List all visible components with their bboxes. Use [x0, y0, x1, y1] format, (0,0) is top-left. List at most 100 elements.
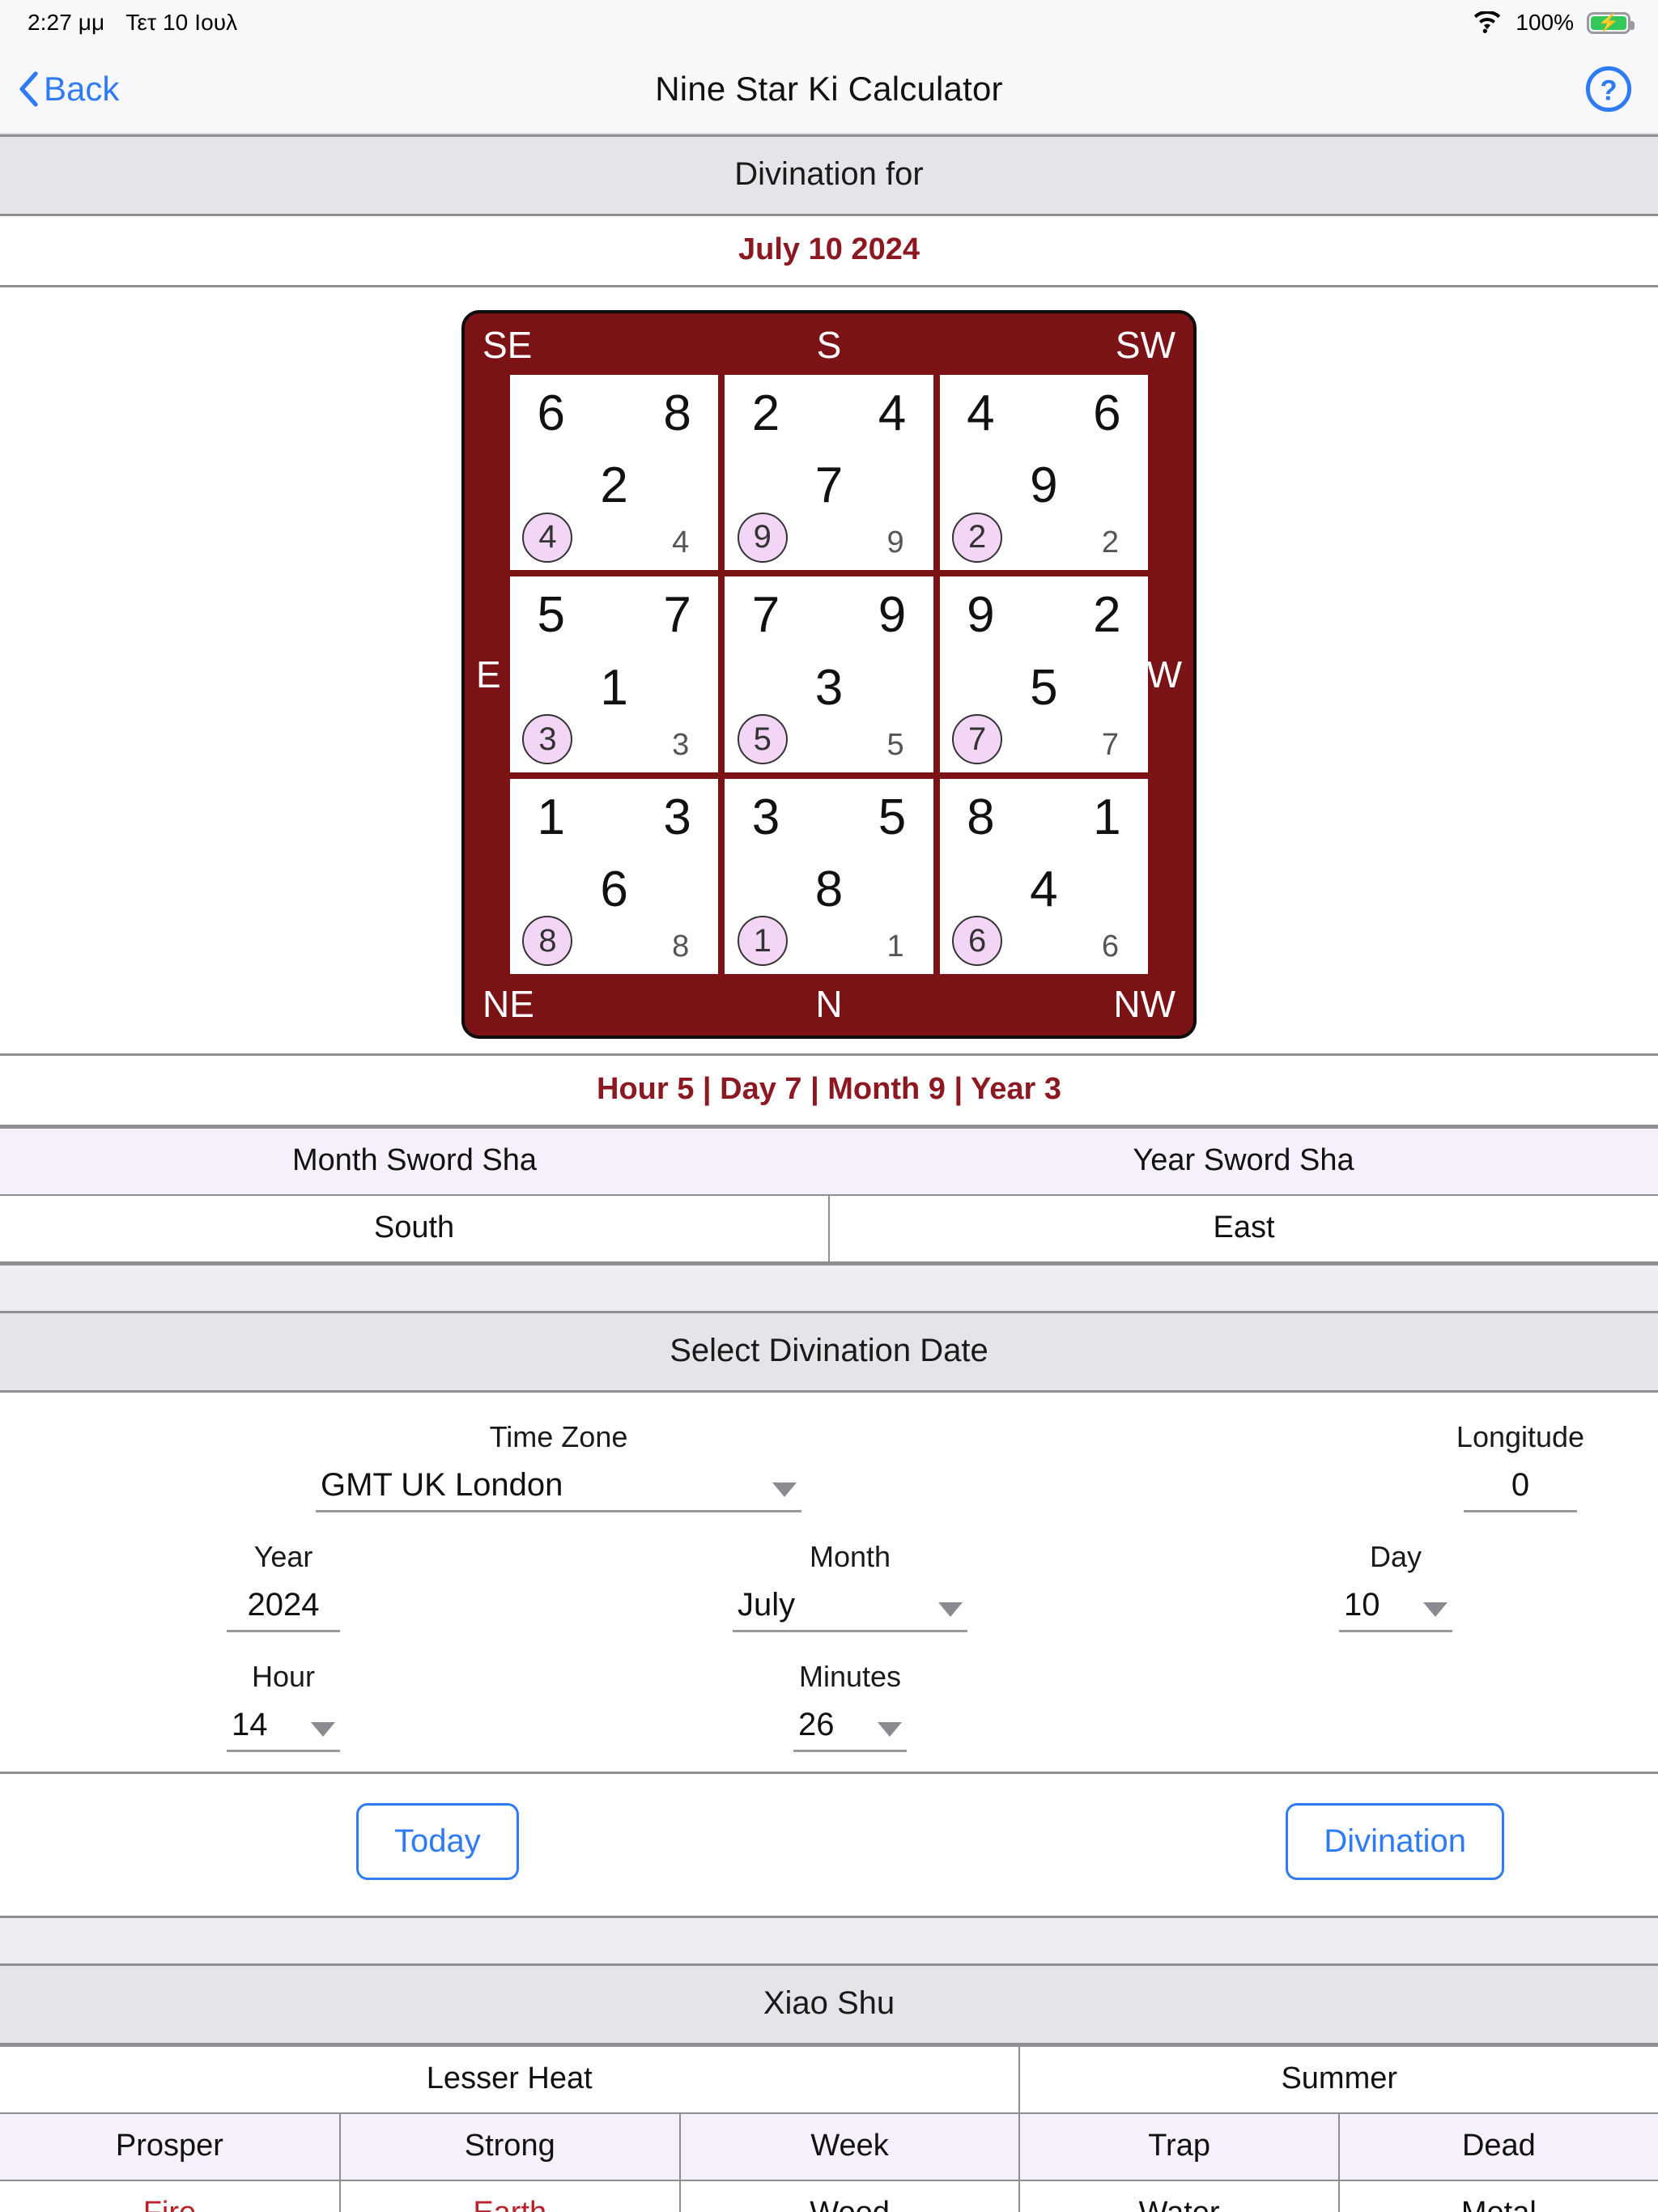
- year-value: 2024: [247, 1587, 320, 1623]
- cell-middle: 7: [814, 457, 844, 514]
- lo-shu-cell[interactable]: 8 1 4 6 6: [939, 778, 1148, 974]
- select-date-form: Time Zone GMT UK London Longitude 0 Year…: [0, 1393, 1658, 1772]
- day-group: Day 10: [1133, 1540, 1658, 1632]
- select-date-header: Select Divination Date: [0, 1313, 1658, 1393]
- cell-middle: 6: [600, 861, 628, 917]
- form-buttons: Today Divination: [0, 1772, 1658, 1916]
- table-row: South East: [0, 1194, 1658, 1263]
- season-summer: Summer: [1018, 2045, 1658, 2114]
- app-root: 2:27 μμ Τετ 10 Ιουλ 100% ⚡ Back Nine Sta…: [0, 0, 1658, 2212]
- element-earth: Earth: [338, 2180, 680, 2212]
- direction-label-nw: NW: [1113, 983, 1175, 1025]
- lo-shu-cell[interactable]: 1 3 6 8 8: [510, 778, 719, 974]
- direction-label-ne: NE: [483, 983, 534, 1025]
- state-trap: Trap: [1018, 2112, 1339, 2181]
- minutes-label: Minutes: [798, 1660, 902, 1693]
- chevron-down-icon: [1423, 1602, 1448, 1617]
- sword-sha-table: Month Sword Sha Year Sword Sha South Eas…: [0, 1127, 1658, 1263]
- status-bar-left: 2:27 μμ Τετ 10 Ιουλ: [28, 10, 237, 36]
- month-sword-sha-value: South: [0, 1194, 829, 1263]
- today-button[interactable]: Today: [356, 1803, 519, 1880]
- status-bar: 2:27 μμ Τετ 10 Ιουλ 100% ⚡: [0, 0, 1658, 45]
- longitude-group: Longitude 0: [1383, 1420, 1658, 1512]
- cell-bottom-right: 9: [886, 525, 904, 560]
- month-value: July: [738, 1587, 796, 1623]
- lo-shu-cell[interactable]: 4 6 9 2 2: [939, 375, 1148, 571]
- hour-value: 14: [232, 1707, 268, 1742]
- month-select[interactable]: July: [733, 1587, 967, 1632]
- bolt-glyph: ⚡: [1597, 12, 1620, 32]
- longitude-value: 0: [1511, 1467, 1530, 1503]
- hour-select[interactable]: 14: [227, 1707, 340, 1752]
- cell-top-right: 1: [1093, 789, 1121, 845]
- cell-top-right: 3: [663, 789, 691, 845]
- cell-bottom-right: 7: [1101, 727, 1119, 762]
- cell-badge: 7: [952, 714, 1003, 765]
- minutes-value: 26: [798, 1707, 835, 1742]
- select-date-card: Select Divination Date Time Zone GMT UK …: [0, 1311, 1658, 1918]
- cell-badge: 5: [737, 714, 788, 765]
- cell-bottom-right: 5: [886, 727, 904, 762]
- minutes-select[interactable]: 26: [793, 1707, 907, 1752]
- lo-shu-grid-container: SE S SW E W NE N NW 6 8 2 4 4 2 4 7 9 9 …: [0, 287, 1658, 1056]
- cell-badge: 1: [737, 916, 788, 967]
- cell-middle: 1: [600, 659, 628, 716]
- lo-shu-cell[interactable]: 5 7 1 3 3: [510, 576, 719, 772]
- cell-badge: 2: [952, 512, 1003, 563]
- question-mark-circle-icon[interactable]: ?: [1584, 64, 1634, 114]
- cell-top-left: 4: [967, 385, 995, 442]
- cell-middle: 8: [814, 861, 844, 917]
- lo-shu-cell[interactable]: 6 8 2 4 4: [510, 375, 719, 571]
- divination-panel: Divination for July 10 2024 SE S SW E W …: [0, 134, 1658, 1266]
- year-label: Year: [253, 1540, 313, 1573]
- state-dead: Dead: [1337, 2112, 1658, 2181]
- status-time: 2:27 μμ: [28, 10, 105, 35]
- lo-shu-cell[interactable]: 7 9 3 5 5: [725, 576, 933, 772]
- year-sword-sha-value: East: [828, 1194, 1658, 1263]
- cell-bottom-right: 1: [886, 929, 904, 963]
- day-label: Day: [1369, 1540, 1422, 1573]
- year-input[interactable]: 2024: [227, 1587, 340, 1632]
- cell-badge: 4: [522, 512, 573, 563]
- month-group: Month July: [567, 1540, 1133, 1632]
- cell-top-left: 5: [537, 587, 565, 644]
- month-sword-sha-header: Month Sword Sha: [0, 1127, 829, 1196]
- chevron-down-icon: [878, 1722, 902, 1737]
- state-prosper: Prosper: [0, 2112, 340, 2181]
- cell-top-right: 9: [878, 587, 907, 644]
- lo-shu-cell[interactable]: 9 2 5 7 7: [939, 576, 1148, 772]
- longitude-input[interactable]: 0: [1464, 1467, 1577, 1512]
- direction-label-e: E: [476, 653, 501, 696]
- day-select[interactable]: 10: [1339, 1587, 1452, 1632]
- cell-bottom-right: 3: [672, 727, 690, 762]
- cell-top-right: 4: [878, 385, 907, 442]
- cell-badge: 3: [522, 714, 573, 765]
- table-row: Lesser Heat Summer: [0, 2045, 1658, 2114]
- state-strong: Strong: [338, 2112, 680, 2181]
- cell-top-right: 2: [1093, 587, 1121, 644]
- table-row: Fire Earth Wood Water Metal: [0, 2180, 1658, 2212]
- season-lesser-heat: Lesser Heat: [0, 2045, 1020, 2114]
- day-value: 10: [1344, 1587, 1380, 1623]
- lo-shu-cell[interactable]: 2 4 7 9 9: [725, 375, 933, 571]
- element-wood: Wood: [678, 2180, 1020, 2212]
- cell-middle: 3: [814, 659, 844, 716]
- form-row-time: Hour 14 Minutes 26: [0, 1660, 1658, 1752]
- state-week: Week: [678, 2112, 1020, 2181]
- cell-top-left: 8: [967, 789, 995, 845]
- chevron-down-icon: [938, 1602, 963, 1617]
- form-row-timezone: Time Zone GMT UK London Longitude 0: [0, 1420, 1658, 1512]
- xiao-shu-header: Xiao Shu: [0, 1966, 1658, 2045]
- form-spacer-3: [1133, 1660, 1658, 1752]
- lo-shu-cell[interactable]: 3 5 8 1 1: [725, 778, 933, 974]
- time-zone-select[interactable]: GMT UK London: [316, 1467, 801, 1512]
- hour-group: Hour 14: [0, 1660, 567, 1752]
- hour-label: Hour: [251, 1660, 316, 1693]
- divination-button[interactable]: Divination: [1286, 1803, 1504, 1880]
- wifi-icon: [1474, 11, 1501, 33]
- cell-bottom-right: 2: [1101, 525, 1119, 560]
- divination-date: July 10 2024: [0, 216, 1658, 287]
- cell-bottom-right: 4: [672, 525, 690, 560]
- cell-top-left: 2: [751, 385, 780, 442]
- cell-badge: 8: [522, 916, 573, 967]
